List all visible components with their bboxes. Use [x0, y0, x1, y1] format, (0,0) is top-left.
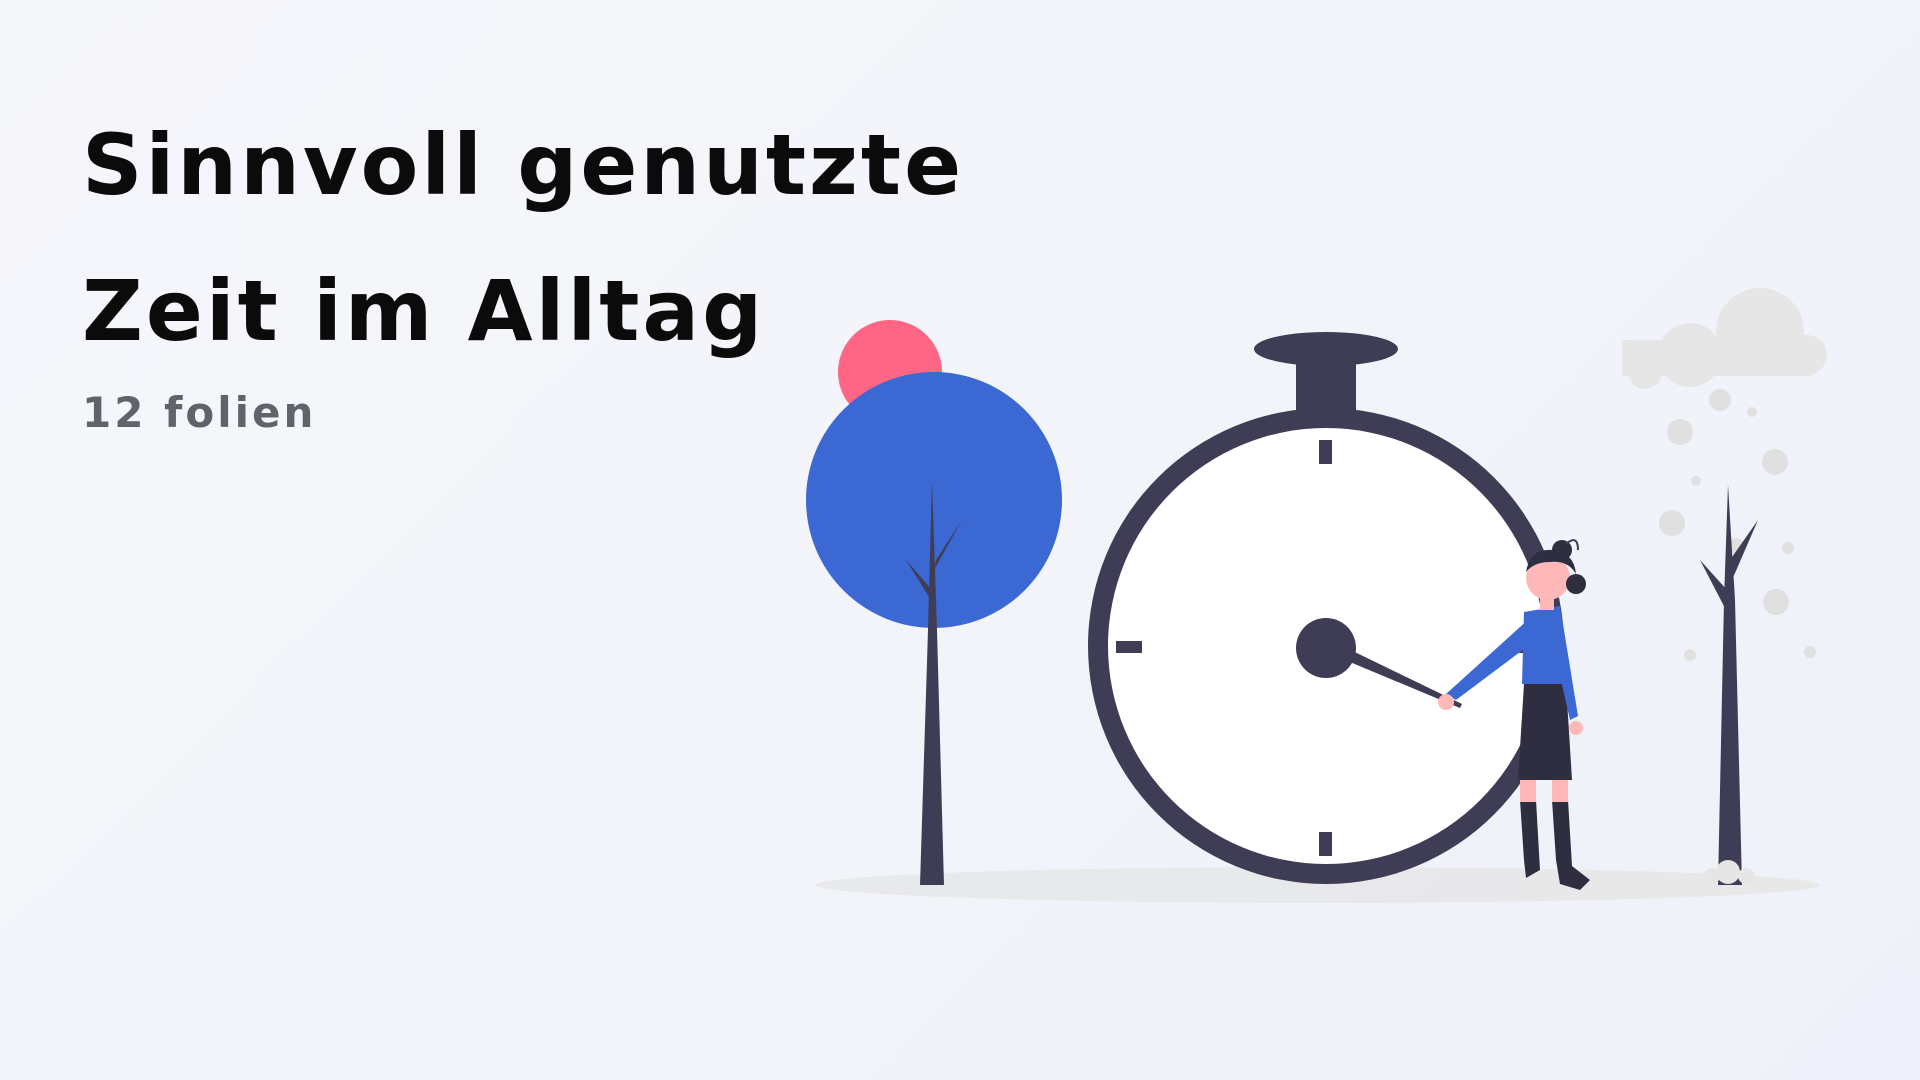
- floating-dots: [1659, 389, 1816, 661]
- cloud-icon: [1622, 288, 1827, 389]
- bare-tree-icon: [1700, 485, 1758, 885]
- stopwatch-illustration: [806, 288, 1827, 903]
- stopwatch-icon: [1088, 332, 1564, 884]
- tree-icon: [806, 372, 1062, 885]
